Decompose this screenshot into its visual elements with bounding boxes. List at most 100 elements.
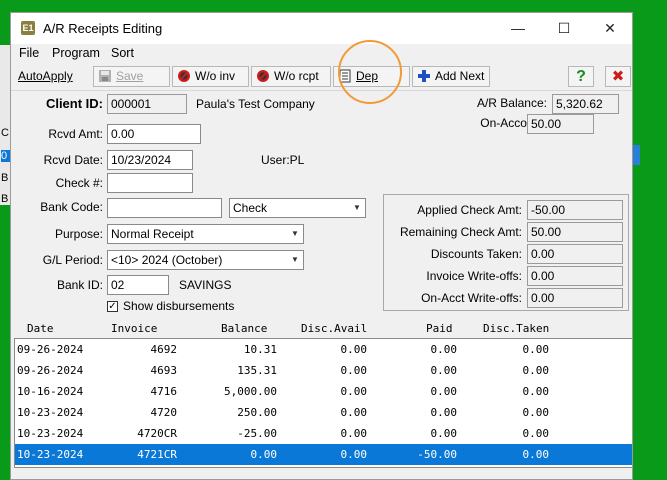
purpose-value: Normal Receipt [111, 227, 194, 241]
cell-paid: -50.00 [417, 448, 457, 461]
save-button[interactable]: Save [93, 66, 170, 87]
cell-date: 09-26-2024 [17, 364, 84, 377]
col-disc-taken[interactable]: Disc.Taken [483, 322, 549, 335]
table-row[interactable]: 09-26-2024 4692 10.31 0.00 0.00 0.00 [15, 339, 632, 360]
cell-disc-avail: 0.00 [340, 364, 368, 377]
on-account-field: 50.00 [527, 114, 594, 134]
no-symbol-icon [256, 69, 270, 83]
bank-code-input[interactable] [107, 198, 222, 218]
plus-icon [417, 69, 431, 83]
cell-invoice: 4716 [150, 385, 178, 398]
user-label: User:PL [261, 153, 305, 167]
client-id-field[interactable]: 000001 [107, 94, 187, 114]
col-date[interactable]: Date [27, 322, 54, 335]
purpose-select[interactable]: Normal Receipt ▼ [107, 224, 304, 244]
rcvd-amt-input[interactable]: 0.00 [107, 124, 201, 144]
ar-balance-field: 5,320.62 [552, 94, 619, 114]
chevron-down-icon[interactable]: ▼ [350, 200, 364, 216]
cell-balance: 5,000.00 [224, 385, 277, 398]
help-icon: ? [576, 68, 586, 85]
menu-bar: File Program Sort [11, 44, 632, 64]
cell-date: 09-26-2024 [17, 343, 84, 356]
close-button[interactable]: ✕ [600, 19, 620, 37]
toolbar: AutoApply Save W/o inv W/o rcpt Dep Add … [11, 64, 632, 91]
cell-disc-avail: 0.00 [340, 406, 368, 419]
exit-button[interactable]: ✖ [605, 66, 631, 87]
onacct-writeoffs-field: 0.00 [527, 288, 623, 308]
floppy-disk-icon [98, 69, 112, 83]
wo-rcpt-label: W/o rcpt [274, 69, 319, 83]
discounts-taken-field: 0.00 [527, 244, 623, 264]
check-number-input[interactable] [107, 173, 193, 193]
add-next-label: Add Next [435, 69, 485, 83]
cell-invoice: 4721CR [137, 448, 177, 461]
writeoff-invoice-button[interactable]: W/o inv [172, 66, 249, 87]
client-id-label: Client ID: [45, 96, 103, 111]
no-symbol-icon [177, 69, 191, 83]
rcvd-date-input[interactable]: 10/23/2024 [107, 150, 193, 170]
cell-disc-taken: 0.00 [522, 364, 550, 377]
applied-check-field: -50.00 [527, 200, 623, 220]
add-next-button[interactable]: Add Next [412, 66, 490, 87]
bank-id-input[interactable]: 02 [107, 275, 169, 295]
gl-period-value: <10> 2024 (October) [111, 253, 223, 267]
table-row-selected[interactable]: 10-23-2024 4721CR 0.00 0.00 -50.00 0.00 [15, 444, 632, 465]
autoapply-button[interactable]: AutoApply [13, 66, 91, 87]
maximize-button[interactable]: ☐ [554, 19, 574, 37]
gl-period-select[interactable]: <10> 2024 (October) ▼ [107, 250, 304, 270]
menu-program[interactable]: Program [52, 46, 100, 60]
menu-file[interactable]: File [19, 46, 39, 60]
remaining-check-field: 50.00 [527, 222, 623, 242]
check-number-label: Check #: [55, 176, 103, 190]
table-row[interactable]: 10-23-2024 4720 250.00 0.00 0.00 0.00 [15, 402, 632, 423]
title-bar[interactable]: E1 A/R Receipts Editing — ☐ ✕ [11, 13, 632, 44]
cell-disc-avail: 0.00 [340, 448, 368, 461]
table-row[interactable]: 09-26-2024 4693 135.31 0.00 0.00 0.00 [15, 360, 632, 381]
help-button[interactable]: ? [568, 66, 594, 87]
show-disbursements-checkbox[interactable]: ✓ [107, 301, 118, 312]
rcvd-amt-label: Rcvd Amt: [48, 127, 103, 141]
applied-check-label: Applied Check Amt: [417, 203, 522, 217]
autoapply-label: AutoApply [18, 69, 73, 83]
bank-code-label: Bank Code: [40, 200, 103, 214]
rcvd-date-label: Rcvd Date: [43, 153, 103, 167]
table-row[interactable]: 10-16-2024 4716 5,000.00 0.00 0.00 0.00 [15, 381, 632, 402]
cell-balance: 250.00 [237, 406, 277, 419]
col-balance[interactable]: Balance [221, 322, 267, 335]
col-paid[interactable]: Paid [426, 322, 453, 335]
background-text: 0 [1, 150, 10, 162]
cell-disc-taken: 0.00 [522, 385, 550, 398]
remaining-check-label: Remaining Check Amt: [399, 225, 522, 239]
cell-balance: 0.00 [250, 448, 278, 461]
col-invoice[interactable]: Invoice [111, 322, 157, 335]
invoice-writeoffs-field: 0.00 [527, 266, 623, 286]
invoice-grid[interactable]: 09-26-2024 4692 10.31 0.00 0.00 0.00 09-… [14, 338, 632, 468]
col-disc-avail[interactable]: Disc.Avail [301, 322, 367, 335]
onacct-writeoffs-label: On-Acct Write-offs: [421, 291, 522, 305]
show-disbursements-label: Show disbursements [123, 299, 235, 313]
background-selection [632, 145, 640, 165]
chevron-down-icon[interactable]: ▼ [288, 226, 302, 242]
highlight-circle [338, 40, 402, 104]
cell-invoice: 4692 [150, 343, 178, 356]
cell-balance: -25.00 [237, 427, 277, 440]
table-row[interactable]: 10-23-2024 4720CR -25.00 0.00 0.00 0.00 [15, 423, 632, 444]
menu-sort[interactable]: Sort [111, 46, 134, 60]
window-title: A/R Receipts Editing [43, 21, 163, 36]
cell-date: 10-16-2024 [17, 385, 84, 398]
bank-type-select[interactable]: Check ▼ [229, 198, 366, 218]
bank-id-label: Bank ID: [56, 278, 103, 292]
cell-disc-avail: 0.00 [340, 343, 368, 356]
discounts-taken-label: Discounts Taken: [430, 247, 522, 261]
writeoff-receipt-button[interactable]: W/o rcpt [251, 66, 331, 87]
ar-balance-label: A/R Balance: [476, 96, 547, 110]
cell-paid: 0.00 [430, 385, 458, 398]
save-label: Save [116, 69, 144, 83]
cell-disc-taken: 0.00 [522, 427, 550, 440]
wo-inv-label: W/o inv [195, 69, 236, 83]
background-text: B [1, 172, 9, 184]
cell-disc-avail: 0.00 [340, 385, 368, 398]
chevron-down-icon[interactable]: ▼ [288, 252, 302, 268]
minimize-button[interactable]: — [508, 19, 528, 37]
bank-type-value: Check [233, 201, 268, 215]
